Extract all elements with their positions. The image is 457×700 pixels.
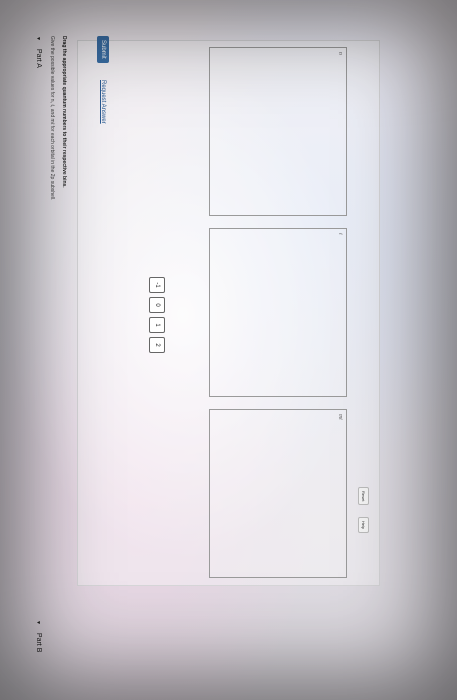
part-a-title: Part A bbox=[35, 48, 42, 68]
submit-button[interactable]: Submit bbox=[97, 36, 109, 63]
bin-n-label: n bbox=[337, 52, 343, 55]
tile-pool: -1 0 1 2 bbox=[149, 277, 165, 353]
question-text: Give the possible values for n, ℓ, and m… bbox=[49, 36, 55, 201]
bin-n[interactable]: n bbox=[209, 47, 347, 216]
help-button[interactable]: Help bbox=[358, 517, 369, 534]
bin-l-label: ℓ bbox=[337, 233, 343, 235]
request-answer-link[interactable]: Request Answer bbox=[97, 80, 109, 124]
tile-2[interactable]: 2 bbox=[149, 337, 165, 353]
bin-ml-label: mℓ bbox=[337, 414, 343, 420]
caret-down-icon: ▼ bbox=[35, 620, 41, 625]
page-content: ▼ Part A Give the possible values for n,… bbox=[0, 0, 457, 700]
reset-button[interactable]: Reset bbox=[358, 487, 369, 506]
drag-instruction: Drag the appropriate quantum numbers to … bbox=[61, 36, 67, 188]
tile-1[interactable]: 1 bbox=[149, 317, 165, 333]
part-b-title: Part B bbox=[35, 632, 42, 653]
tile-0[interactable]: 0 bbox=[149, 297, 165, 313]
tile-minus-1[interactable]: -1 bbox=[149, 277, 165, 293]
bin-ml[interactable]: mℓ bbox=[209, 409, 347, 578]
bin-l[interactable]: ℓ bbox=[209, 228, 347, 397]
part-a-header[interactable]: ▼ Part A bbox=[35, 36, 42, 68]
part-b-header[interactable]: ▼ Part B bbox=[35, 620, 42, 652]
caret-down-icon: ▼ bbox=[35, 36, 41, 41]
